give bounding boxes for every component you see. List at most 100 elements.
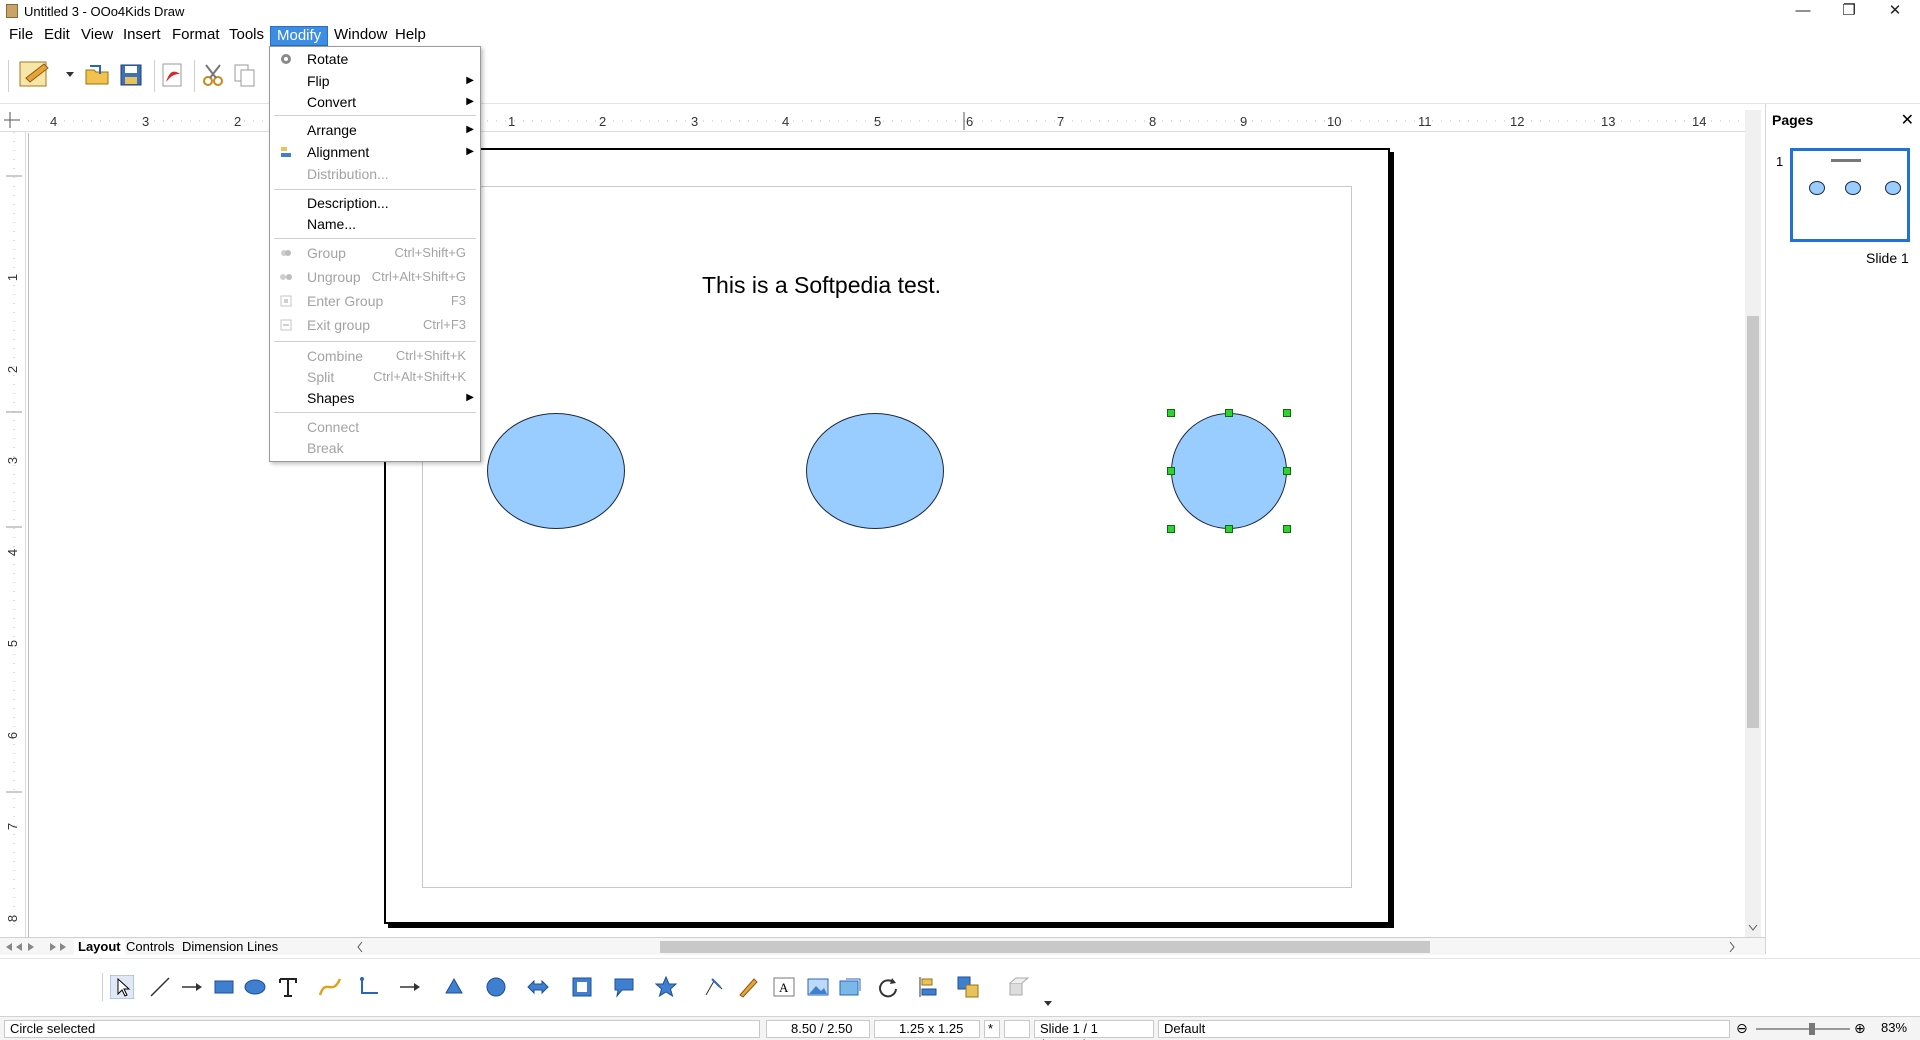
open-folder-icon[interactable] xyxy=(84,62,110,88)
ruler-label: 3 xyxy=(142,114,150,129)
modified-indicator[interactable]: * xyxy=(984,1020,1000,1038)
selection-handle[interactable] xyxy=(1283,409,1291,417)
save-icon[interactable] xyxy=(118,62,144,88)
vertical-scrollbar[interactable] xyxy=(1745,110,1761,937)
menu-item-distribution[interactable]: Distribution... xyxy=(270,164,480,184)
zoom-percentage[interactable]: 83% xyxy=(1876,1020,1916,1038)
menu-file[interactable]: File xyxy=(3,26,39,46)
circle-shape-selected[interactable] xyxy=(1171,413,1287,529)
points-icon[interactable] xyxy=(702,975,726,999)
zoom-in-icon[interactable]: ⊕ xyxy=(1854,1020,1866,1037)
image-icon[interactable] xyxy=(806,975,830,999)
selection-handle[interactable] xyxy=(1167,409,1175,417)
flowcharts-icon[interactable] xyxy=(570,975,594,999)
scroll-left-icon[interactable] xyxy=(356,941,364,953)
menu-item-shapes[interactable]: Shapes ▶ xyxy=(270,388,480,408)
menu-view[interactable]: View xyxy=(75,26,119,46)
zoom-out-icon[interactable]: ⊖ xyxy=(1736,1020,1748,1037)
tab-navigation-icon[interactable] xyxy=(4,941,68,953)
selection-handle[interactable] xyxy=(1225,525,1233,533)
line-icon[interactable] xyxy=(148,975,172,999)
selection-handle[interactable] xyxy=(1283,525,1291,533)
menu-item-arrange[interactable]: Arrange ▶ xyxy=(270,120,480,140)
close-icon[interactable]: ✕ xyxy=(1901,110,1914,130)
block-arrows-icon[interactable] xyxy=(526,975,550,999)
zoom-thumb[interactable] xyxy=(1809,1023,1816,1035)
line-arrow-icon[interactable] xyxy=(180,975,204,999)
selection-handle[interactable] xyxy=(1167,467,1175,475)
menu-item-split[interactable]: Split Ctrl+Alt+Shift+K xyxy=(270,367,480,387)
fontwork-icon[interactable] xyxy=(736,975,760,999)
slide-text[interactable]: This is a Softpedia test. xyxy=(702,272,941,299)
scroll-right-icon[interactable] xyxy=(1728,941,1736,953)
menu-format[interactable]: Format xyxy=(166,26,226,46)
menu-tools[interactable]: Tools xyxy=(223,26,270,46)
signature-field[interactable] xyxy=(1004,1020,1030,1038)
menu-item-rotate[interactable]: Rotate xyxy=(270,49,480,69)
rotate-mode-icon[interactable] xyxy=(876,975,900,999)
slide-thumbnail[interactable] xyxy=(1790,148,1910,242)
menu-item-convert[interactable]: Convert ▶ xyxy=(270,92,480,112)
export-pdf-icon[interactable] xyxy=(160,62,186,88)
selection-handle[interactable] xyxy=(1283,467,1291,475)
menu-bar: File Edit View Insert Format Tools Modif… xyxy=(0,24,1920,46)
rectangle-icon[interactable] xyxy=(212,975,236,999)
gallery-icon[interactable] xyxy=(838,975,862,999)
ellipse-icon[interactable] xyxy=(243,975,267,999)
cut-icon[interactable] xyxy=(200,62,226,88)
stars-icon[interactable] xyxy=(654,975,678,999)
basic-shapes-icon[interactable] xyxy=(442,975,466,999)
symbol-shapes-icon[interactable] xyxy=(484,975,508,999)
drawing-page[interactable]: This is a Softpedia test. xyxy=(384,148,1390,924)
menu-item-description[interactable]: Description... xyxy=(270,193,480,213)
menu-item-combine[interactable]: Combine Ctrl+Shift+K xyxy=(270,346,480,366)
zoom-slider[interactable]: ⊖ ⊕ xyxy=(1734,1020,1874,1038)
menu-modify[interactable]: Modify xyxy=(270,26,329,46)
menu-item-exit-group[interactable]: Exit group Ctrl+F3 xyxy=(270,315,480,335)
align-objects-icon[interactable] xyxy=(916,975,940,999)
connector-icon[interactable] xyxy=(358,975,382,999)
ellipse-shape[interactable] xyxy=(806,413,944,529)
ellipse-shape[interactable] xyxy=(487,413,625,529)
menu-item-ungroup[interactable]: Ungroup Ctrl+Alt+Shift+G xyxy=(270,267,480,287)
menu-item-alignment[interactable]: Alignment ▶ xyxy=(270,142,480,162)
horizontal-scrollbar-thumb[interactable] xyxy=(660,941,1430,953)
menu-edit[interactable]: Edit xyxy=(38,26,76,46)
menu-help[interactable]: Help xyxy=(389,26,432,46)
menu-window[interactable]: Window xyxy=(328,26,393,46)
menu-item-flip[interactable]: Flip ▶ xyxy=(270,71,480,91)
menu-separator xyxy=(274,115,476,116)
exit-group-icon xyxy=(280,319,292,331)
tab-controls[interactable]: Controls xyxy=(122,939,178,955)
text-frame-icon[interactable]: A xyxy=(772,975,796,999)
selection-handle[interactable] xyxy=(1167,525,1175,533)
menu-item-enter-group[interactable]: Enter Group F3 xyxy=(270,291,480,311)
minimize-button[interactable]: — xyxy=(1780,0,1826,24)
arrange-icon[interactable] xyxy=(956,975,980,999)
extrusion-icon[interactable] xyxy=(1006,975,1030,999)
tab-layout[interactable]: Layout xyxy=(74,939,125,955)
restore-button[interactable]: ❐ xyxy=(1826,0,1872,24)
chevron-down-icon[interactable] xyxy=(66,72,74,78)
copy-icon[interactable] xyxy=(232,62,258,88)
new-document-icon[interactable] xyxy=(16,58,56,92)
horizontal-ruler[interactable]: 4 3 2 1 2 3 4 5 6 7 8 9 10 11 12 13 14 xyxy=(0,110,1745,132)
menu-item-group[interactable]: Group Ctrl+Shift+G xyxy=(270,243,480,263)
menu-item-name[interactable]: Name... xyxy=(270,214,480,234)
scroll-down-icon[interactable] xyxy=(1748,924,1758,932)
scrollbar-thumb[interactable] xyxy=(1747,316,1759,728)
vertical-ruler[interactable]: 1 2 3 4 5 6 7 8 xyxy=(0,132,26,937)
curve-icon[interactable] xyxy=(318,975,342,999)
lines-arrows-icon[interactable] xyxy=(398,975,422,999)
callouts-icon[interactable] xyxy=(612,975,636,999)
close-window-button[interactable]: ✕ xyxy=(1872,0,1918,24)
tab-dimension-lines[interactable]: Dimension Lines xyxy=(178,939,282,955)
menu-item-break[interactable]: Break xyxy=(270,438,480,458)
selection-handle[interactable] xyxy=(1225,409,1233,417)
menu-item-label: Enter Group xyxy=(307,293,384,309)
menu-insert[interactable]: Insert xyxy=(117,26,167,46)
text-icon[interactable] xyxy=(276,975,300,999)
menu-item-connect[interactable]: Connect xyxy=(270,417,480,437)
select-arrow-icon[interactable] xyxy=(110,975,134,999)
chevron-down-icon[interactable] xyxy=(1044,999,1052,1007)
